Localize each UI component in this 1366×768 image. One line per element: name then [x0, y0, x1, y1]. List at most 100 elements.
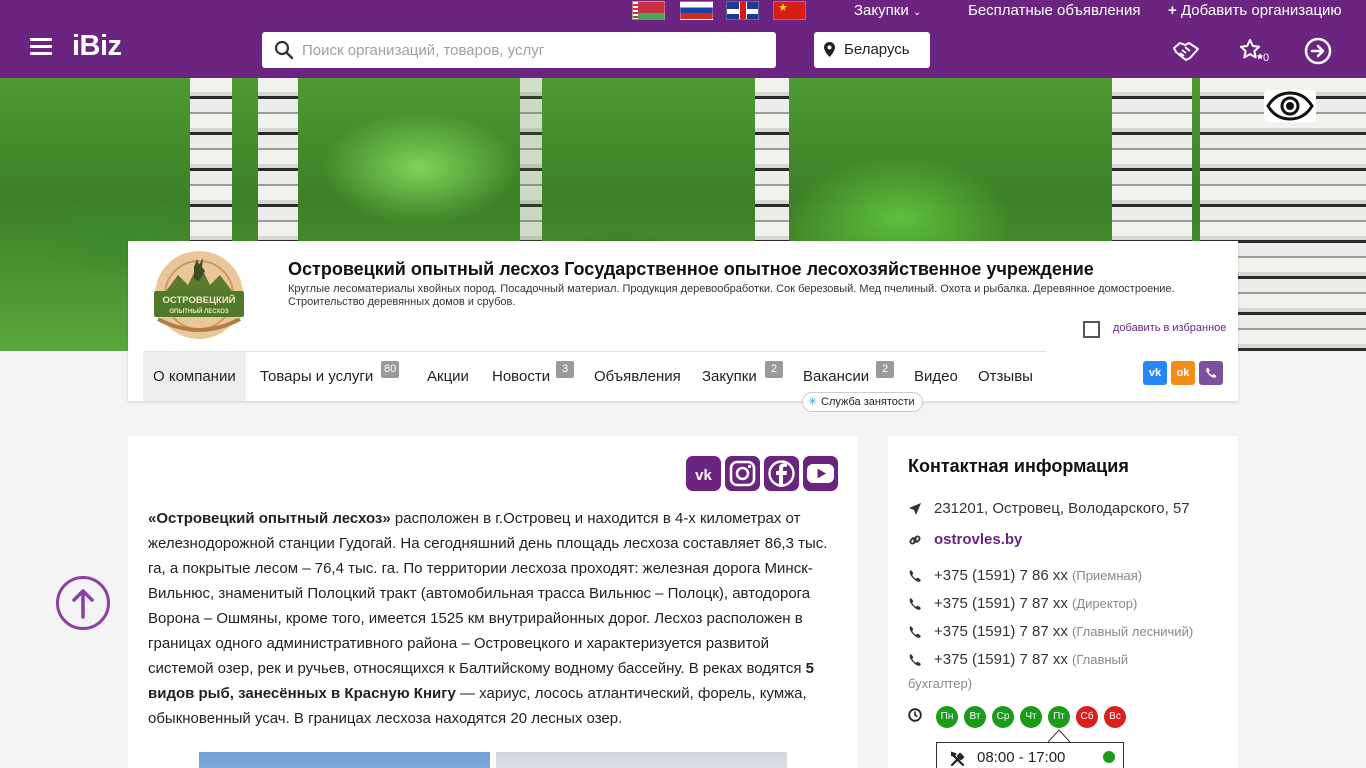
- day-friday[interactable]: Пт: [1048, 706, 1070, 728]
- working-hours-text: 08:00 - 17:00: [977, 749, 1066, 766]
- day-sunday[interactable]: Вс: [1104, 706, 1126, 728]
- russia-flag-icon[interactable]: [680, 1, 713, 20]
- news-count-badge: 3: [556, 361, 574, 378]
- company-name-bold: «Островецкий опытный лесхоз»: [148, 510, 391, 527]
- add-organization-label: Добавить организацию: [1180, 2, 1342, 19]
- search-input[interactable]: [302, 32, 762, 68]
- add-to-favorites-link[interactable]: добавить в избранное: [1113, 322, 1226, 334]
- selected-day-pointer: [1048, 729, 1070, 742]
- phone-number-text: +375 (1591) 7 87 xx: [934, 595, 1068, 612]
- instagram-icon[interactable]: [725, 456, 760, 491]
- plus-icon: +: [1168, 2, 1177, 19]
- vk-icon[interactable]: vk: [686, 456, 721, 491]
- svg-text:vk: vk: [695, 467, 712, 484]
- procurement-label: Закупки: [854, 2, 909, 19]
- products-count-badge: 80: [381, 361, 400, 378]
- facebook-icon[interactable]: [764, 456, 799, 491]
- tab-reviews[interactable]: Отзывы: [978, 352, 1033, 401]
- svg-text:ОСТРОВЕЦКИЙ: ОСТРОВЕЦКИЙ: [162, 294, 235, 306]
- region-label: Беларусь: [844, 41, 910, 58]
- uk-flag-icon[interactable]: [726, 1, 759, 20]
- chevron-down-icon: ⌄: [912, 7, 922, 18]
- china-flag-icon[interactable]: [773, 1, 806, 20]
- vacancies-count-badge: 2: [876, 361, 894, 378]
- day-saturday[interactable]: Сб: [1076, 706, 1098, 728]
- tab-news[interactable]: Новости: [492, 352, 550, 401]
- tab-label: Новости: [492, 368, 551, 385]
- tab-video[interactable]: Видео: [914, 352, 958, 401]
- contact-info-panel: Контактная информация 231201, Островец, …: [888, 436, 1238, 768]
- svg-text:ОПЫТНЫЙ ЛЕСХОЗ: ОПЫТНЫЙ ЛЕСХОЗ: [169, 307, 229, 315]
- phone-number-text: +375 (1591) 7 87 xx: [934, 623, 1068, 640]
- tab-ads[interactable]: Объявления: [594, 352, 681, 401]
- asterisk-icon: ✳: [808, 396, 818, 408]
- tab-about[interactable]: О компании: [143, 352, 246, 401]
- region-selector[interactable]: Беларусь: [814, 32, 930, 68]
- search-icon[interactable]: [274, 40, 294, 60]
- phone-note: (Главный: [1072, 652, 1129, 667]
- employment-service-tooltip[interactable]: ✳ Служба занятости: [802, 392, 923, 412]
- login-icon[interactable]: [1303, 36, 1333, 66]
- phone-number[interactable]: +375 (1591) 7 87 xx (Главный лесничий): [934, 623, 1193, 640]
- free-ads-link[interactable]: Бесплатные объявления: [968, 2, 1140, 20]
- location-pin-icon: [824, 42, 835, 57]
- company-description: Круглые лесоматериалы хвойных пород. Пос…: [288, 283, 1175, 308]
- search-box: [262, 32, 776, 68]
- tab-label: Закупки: [702, 368, 757, 385]
- view-toggle-button[interactable]: [1264, 90, 1316, 122]
- website-link[interactable]: ostrovles.by: [934, 531, 1022, 548]
- red-book-bold: Красную Книгу: [344, 685, 456, 702]
- favorite-checkbox[interactable]: [1083, 321, 1100, 338]
- working-hours-box: 08:00 - 17:00: [936, 742, 1124, 768]
- handshake-icon[interactable]: [1171, 36, 1201, 66]
- phone-number-text: +375 (1591) 7 86 xx: [934, 567, 1068, 584]
- link-icon: [909, 535, 921, 545]
- youtube-icon[interactable]: [803, 456, 838, 491]
- tab-promotions[interactable]: Акции: [427, 352, 469, 401]
- add-organization-link[interactable]: + Добавить организацию: [1168, 2, 1342, 20]
- day-monday[interactable]: Пн: [936, 706, 958, 728]
- tab-label: Акции: [427, 368, 469, 385]
- phone-number-text: +375 (1591) 7 87 xx: [934, 651, 1068, 668]
- phone-note: (Главный лесничий): [1072, 624, 1194, 639]
- eye-icon: [1266, 91, 1314, 121]
- tab-procurement[interactable]: Закупки: [702, 352, 757, 401]
- about-section: vk «Островецкий опытный лесхоз» располож…: [128, 436, 858, 768]
- menu-icon[interactable]: [30, 38, 52, 56]
- tab-label: Объявления: [594, 368, 681, 385]
- ok-icon[interactable]: ok: [1171, 361, 1195, 385]
- address-text: 231201, Островец, Володарского, 57: [934, 500, 1190, 517]
- procurement-menu[interactable]: Закупки ⌄: [854, 2, 921, 22]
- tab-label: Отзывы: [978, 368, 1033, 385]
- belarus-flag-icon[interactable]: [632, 1, 665, 20]
- favorites-stars-icon[interactable]: [1236, 36, 1266, 66]
- viber-icon[interactable]: [1199, 361, 1223, 385]
- tab-label: Товары и услуги: [260, 368, 374, 385]
- day-thursday[interactable]: Чт: [1020, 706, 1042, 728]
- tab-label: Видео: [914, 368, 958, 385]
- phone-icon: [909, 570, 921, 582]
- about-text: «Островецкий опытный лесхоз» расположен …: [148, 506, 838, 731]
- tools-icon: [950, 751, 965, 767]
- procurement-count-badge: 2: [765, 361, 783, 378]
- company-title: Островецкий опытный лесхоз Государственн…: [288, 259, 1094, 279]
- phone-number[interactable]: +375 (1591) 7 86 xx (Приемная): [934, 567, 1142, 584]
- scroll-up-button[interactable]: [56, 576, 110, 630]
- day-tuesday[interactable]: Вт: [964, 706, 986, 728]
- about-paragraph: расположен в г.Островец и находится в 4-…: [148, 510, 828, 677]
- phone-icon: [909, 654, 921, 666]
- day-wednesday[interactable]: Ср: [992, 706, 1014, 728]
- phone-number[interactable]: +375 (1591) 7 87 xx (Директор): [934, 595, 1137, 612]
- tab-products[interactable]: Товары и услуги: [260, 352, 373, 401]
- contact-info-title: Контактная информация: [908, 456, 1129, 476]
- arrow-up-icon: [72, 589, 94, 619]
- gallery-photo[interactable]: [199, 752, 490, 768]
- phone-number[interactable]: +375 (1591) 7 87 xx (Главный: [934, 651, 1128, 668]
- phone-note: (Директор): [1072, 596, 1138, 611]
- phone-icon: [909, 626, 921, 638]
- gallery-photo[interactable]: [496, 752, 787, 768]
- favorites-count: 0: [1263, 52, 1270, 64]
- tab-label: Вакансии: [803, 368, 870, 385]
- vk-icon[interactable]: vk: [1143, 361, 1167, 385]
- site-logo[interactable]: iBiz: [72, 30, 122, 63]
